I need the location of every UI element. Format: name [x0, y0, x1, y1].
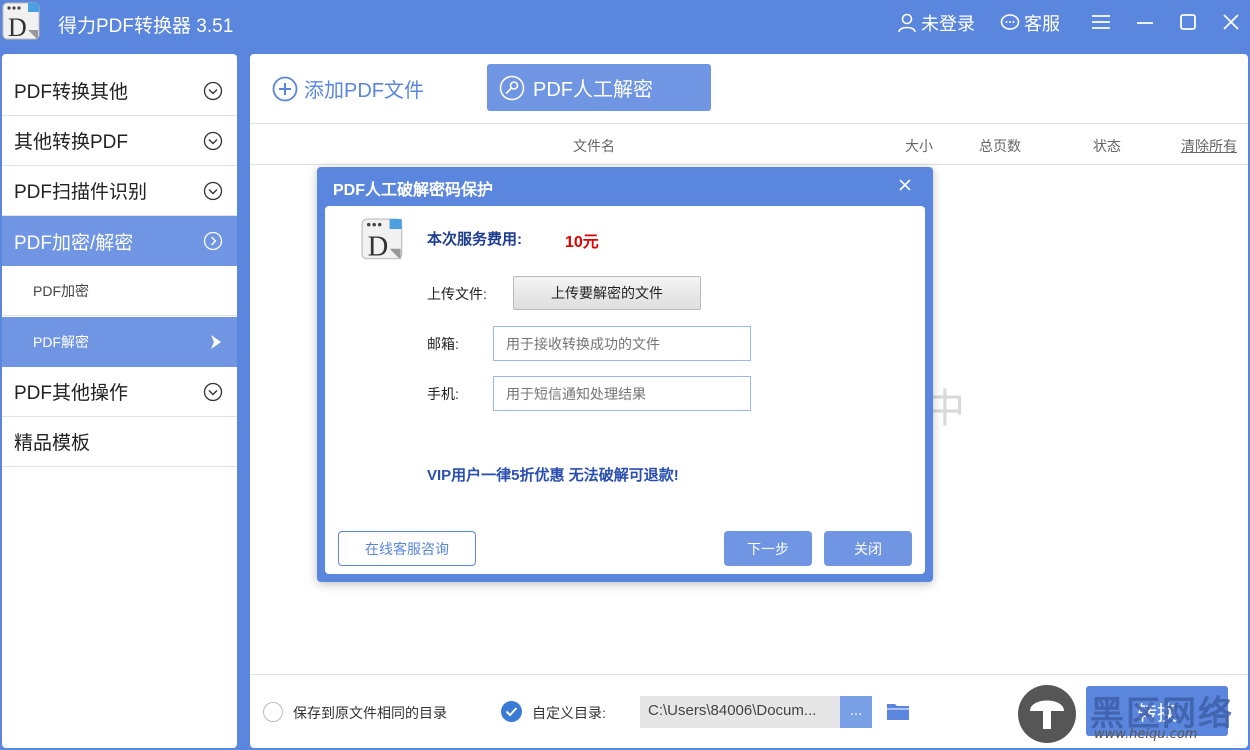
custom-dir-radio[interactable] [501, 701, 522, 722]
close-icon[interactable] [1220, 11, 1242, 33]
same-dir-radio[interactable] [263, 702, 283, 722]
folder-icon[interactable] [886, 701, 910, 721]
check-icon [505, 707, 518, 717]
key-icon [499, 75, 525, 100]
chevron-down-icon [203, 181, 223, 201]
column-size: 大小 [905, 138, 933, 154]
maximize-icon[interactable] [1177, 11, 1199, 33]
sidebar-subitem-pdf-decrypt[interactable]: PDF解密 [2, 317, 237, 367]
close-dialog-button[interactable]: 关闭 [824, 531, 912, 566]
sidebar-item-label: PDF其他操作 [14, 383, 129, 404]
chevron-right-icon [203, 231, 223, 251]
service-label: 客服 [1024, 14, 1060, 34]
watermark-url: www.heiqu.com [1094, 727, 1198, 742]
column-filename: 文件名 [573, 138, 615, 154]
sidebar-item-pdf-other-ops[interactable]: PDF其他操作 [2, 367, 237, 417]
next-step-button[interactable]: 下一步 [724, 531, 812, 566]
add-pdf-label: 添加PDF文件 [304, 80, 424, 102]
phone-label: 手机: [427, 386, 459, 402]
sidebar-item-other-to-pdf[interactable]: 其他转换PDF [2, 116, 237, 166]
upload-label: 上传文件: [427, 286, 487, 302]
file-table-header: 文件名 大小 总页数 状态 清除所有 [250, 123, 1248, 165]
manual-decrypt-button[interactable]: PDF人工解密 [487, 64, 711, 111]
output-path-field[interactable]: C:\Users\84006\Docum... [640, 696, 840, 728]
svg-text:D: D [8, 13, 27, 42]
browse-path-button[interactable]: ... [840, 696, 872, 728]
sidebar: PDF转换其他 其他转换PDF PDF扫描件识别 PDF加密/解密 PDF加密 … [2, 54, 237, 748]
phone-field[interactable] [493, 376, 751, 411]
sidebar-subitem-label: PDF加密 [33, 282, 89, 299]
email-label: 邮箱: [427, 336, 459, 352]
user-icon [898, 13, 916, 33]
mushroom-icon [1030, 700, 1064, 729]
sidebar-item-label: 精品模板 [14, 433, 91, 454]
custom-dir-label: 自定义目录: [532, 705, 606, 721]
dialog-title: PDF人工破解密码保护 [333, 182, 494, 199]
email-field[interactable] [493, 326, 751, 361]
app-logo-icon: D [361, 218, 403, 262]
sidebar-item-label: PDF扫描件识别 [14, 182, 148, 203]
menu-icon[interactable] [1090, 11, 1112, 33]
chevron-down-icon [203, 81, 223, 101]
sidebar-item-label: PDF转换其他 [14, 82, 129, 103]
service-button[interactable]: 客服 [1000, 10, 1060, 36]
watermark-logo [1018, 685, 1076, 743]
app-logo-icon: D [2, 2, 40, 42]
app-title: 得力PDF转换器 3.51 [58, 16, 234, 37]
clear-all-link[interactable]: 清除所有 [1181, 136, 1237, 156]
sidebar-subitem-pdf-encrypt[interactable]: PDF加密 [2, 266, 237, 316]
fee-label: 本次服务费用: [427, 231, 522, 248]
sidebar-item-label: 其他转换PDF [14, 132, 129, 153]
chevron-down-icon [203, 131, 223, 151]
vip-note: VIP用户一律5折优惠 无法破解可退款! [427, 467, 679, 484]
sidebar-item-pdf-to-other[interactable]: PDF转换其他 [2, 66, 237, 116]
sidebar-item-pdf-encrypt-decrypt[interactable]: PDF加密/解密 [2, 216, 237, 266]
add-pdf-button[interactable]: 添加PDF文件 [272, 74, 424, 103]
manual-decrypt-label: PDF人工解密 [533, 79, 653, 101]
sidebar-item-templates[interactable]: 精品模板 [2, 417, 237, 467]
plus-circle-icon [272, 76, 298, 101]
sidebar-subitem-label: PDF解密 [33, 334, 89, 350]
chat-icon [1000, 14, 1020, 30]
title-bar: D 得力PDF转换器 3.51 未登录 客服 [0, 0, 1250, 46]
sidebar-item-label: PDF加密/解密 [14, 232, 134, 254]
dialog-close-icon[interactable] [897, 177, 913, 193]
same-dir-label: 保存到原文件相同的目录 [293, 705, 447, 721]
login-button[interactable]: 未登录 [897, 10, 975, 36]
minimize-icon[interactable] [1134, 11, 1156, 33]
column-pages: 总页数 [979, 138, 1021, 154]
column-status: 状态 [1093, 138, 1121, 154]
login-label: 未登录 [921, 14, 975, 34]
decrypt-dialog: PDF人工破解密码保护 D 本次服务费用: 10元 上传文件: 上传要解密的文件… [317, 167, 933, 582]
online-service-button[interactable]: 在线客服咨询 [338, 531, 476, 566]
dialog-body: D 本次服务费用: 10元 上传文件: 上传要解密的文件 邮箱: 手机: VIP… [325, 206, 925, 574]
sidebar-item-pdf-ocr[interactable]: PDF扫描件识别 [2, 166, 237, 216]
upload-file-button[interactable]: 上传要解密的文件 [513, 276, 701, 310]
svg-text:D: D [368, 231, 389, 262]
chevron-down-icon [203, 382, 223, 402]
fee-value: 10元 [565, 234, 599, 251]
arrow-right-icon [211, 335, 221, 349]
